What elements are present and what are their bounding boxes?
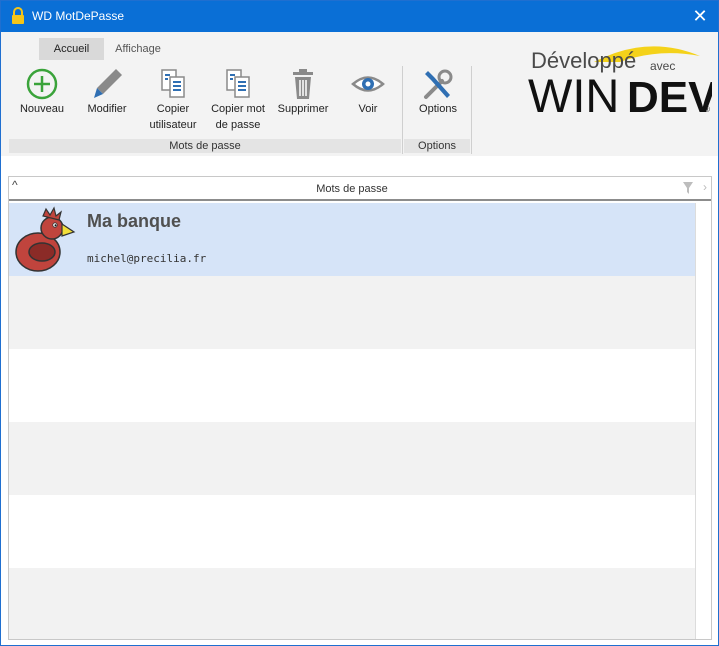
eye-icon <box>351 76 385 92</box>
table-header: ^ Mots de passe › <box>9 177 711 201</box>
tools-icon <box>424 69 453 99</box>
group-label-passwords: Mots de passe <box>9 139 401 153</box>
supprimer-label: Supprimer <box>277 103 329 115</box>
close-button[interactable]: ✕ <box>690 6 710 26</box>
voir-label: Voir <box>358 103 378 115</box>
copier-utilisateur-label-2: utilisateur <box>149 119 197 131</box>
options-button[interactable]: Options <box>407 67 469 137</box>
nouveau-label: Nouveau <box>19 103 65 115</box>
app-window: WD MotDePasse ✕ Accueil Affichage Nouvea… <box>0 0 719 646</box>
nouveau-button[interactable]: Nouveau <box>11 67 73 137</box>
entry-name: Ma banque <box>87 211 182 231</box>
windev-logo: Développé avec WIN DEV ® <box>528 46 712 118</box>
table-row[interactable]: Ma banque michel@precilia.fr <box>9 203 695 276</box>
add-circle-icon <box>26 68 58 100</box>
table-rows: Ma banque michel@precilia.fr <box>9 203 695 639</box>
lock-icon <box>12 7 24 24</box>
empty-table-row[interactable] <box>9 276 695 349</box>
pencil-icon <box>94 69 122 98</box>
logo-win-text: WIN <box>528 69 619 118</box>
ribbon: Accueil Affichage Nouveau Modifier Copie… <box>1 32 718 156</box>
empty-table-row[interactable] <box>9 422 695 495</box>
column-header-passwords[interactable]: Mots de passe <box>9 183 695 195</box>
empty-table-row[interactable] <box>9 495 695 568</box>
copier-mot-de-passe-label-1: Copier mot <box>211 103 265 115</box>
copier-mot-de-passe-label-2: de passe <box>215 119 261 131</box>
group-label-options: Options <box>404 139 470 153</box>
tab-accueil[interactable]: Accueil <box>39 38 104 60</box>
tab-affichage[interactable]: Affichage <box>107 38 169 60</box>
modifier-label: Modifier <box>87 103 127 115</box>
copy-document-icon <box>161 69 185 98</box>
vertical-scrollbar[interactable] <box>695 203 711 639</box>
ribbon-separator <box>402 66 403 154</box>
copier-utilisateur-button[interactable]: Copier utilisateur <box>142 67 204 137</box>
empty-table-row[interactable] <box>9 349 695 422</box>
copy-document-icon <box>226 69 250 98</box>
filter-icon[interactable] <box>683 182 693 194</box>
logo-avec-text: avec <box>650 59 675 73</box>
logo-dev-text: DEV <box>627 73 712 118</box>
trash-icon <box>293 69 313 99</box>
logo-registered-text: ® <box>704 105 710 114</box>
passwords-table[interactable]: ^ Mots de passe › Ma banque michel@preci… <box>8 176 712 640</box>
ribbon-separator <box>471 66 472 154</box>
entry-email: michel@precilia.fr <box>87 252 207 265</box>
window-title: WD MotDePasse <box>32 9 125 23</box>
bird-avatar-icon <box>15 206 76 272</box>
copier-mot-de-passe-button[interactable]: Copier mot de passe <box>207 67 269 137</box>
supprimer-button[interactable]: Supprimer <box>272 67 334 137</box>
voir-button[interactable]: Voir <box>337 67 399 137</box>
title-bar: WD MotDePasse ✕ <box>1 1 718 32</box>
options-label: Options <box>419 103 457 115</box>
modifier-button[interactable]: Modifier <box>76 67 138 137</box>
empty-table-row[interactable] <box>9 568 695 639</box>
copier-utilisateur-label-1: Copier <box>156 103 190 115</box>
chevron-right-icon[interactable]: › <box>703 180 707 194</box>
